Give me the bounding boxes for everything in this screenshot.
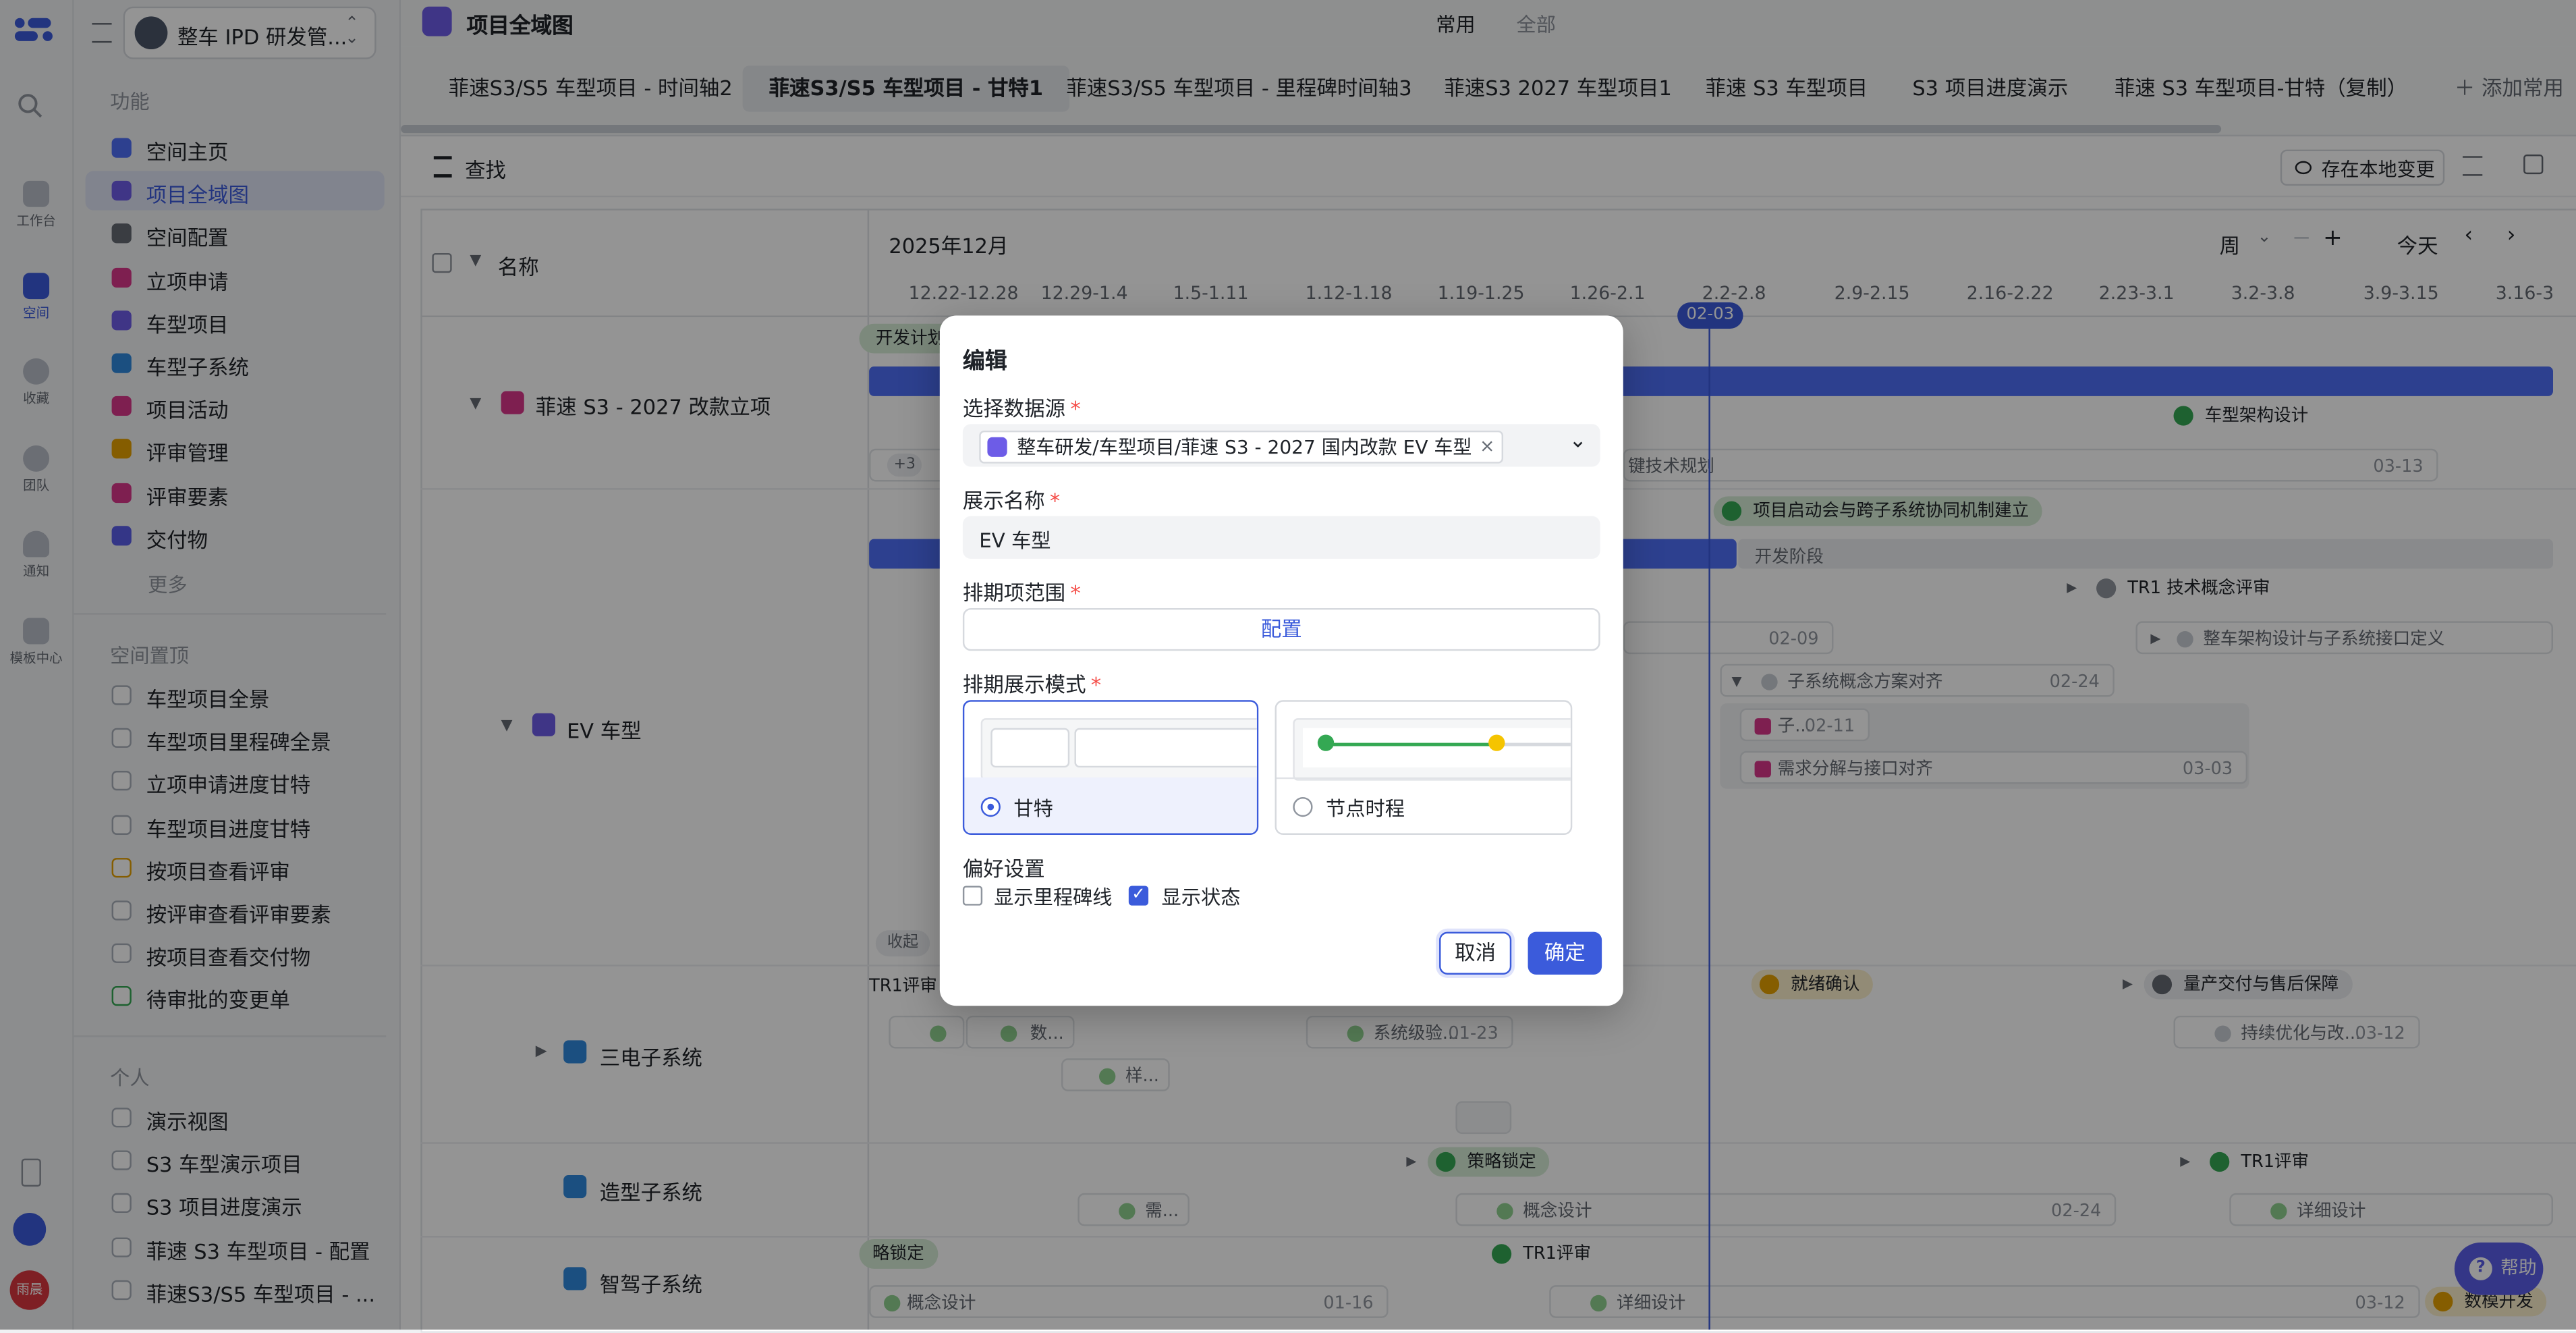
divider — [1276, 777, 1571, 780]
node-dot — [1317, 734, 1335, 751]
cancel-button[interactable]: 取消 — [1439, 931, 1512, 975]
datasource-select[interactable]: 整车研发/车型项目/菲速 S3 - 2027 国内改款 EV 车型 × ⌄ — [962, 424, 1600, 467]
range-label: 排期项范围 * — [962, 580, 1081, 605]
show-status-label[interactable]: 显示状态 — [1162, 883, 1241, 910]
mode-timeline-card[interactable]: 节点时程 — [1275, 700, 1573, 835]
gantt-option: 甘特 — [964, 777, 1257, 834]
preview-line — [1496, 742, 1571, 746]
chevron-down-icon[interactable]: ⌄ — [1569, 429, 1587, 454]
preview-line — [1326, 742, 1497, 746]
dialog-title: 编辑 — [962, 348, 1007, 375]
display-name-label: 展示名称 * — [962, 488, 1061, 513]
mode-gantt-card[interactable]: 甘特 — [962, 700, 1259, 835]
preview-cell — [990, 728, 1070, 768]
show-milestone-label[interactable]: 显示里程碑线 — [994, 883, 1112, 910]
display-name-input[interactable]: EV 车型 — [962, 516, 1600, 559]
show-status-checkbox[interactable]: ✓ — [1128, 886, 1149, 906]
mode-label: 排期展示模式 * — [962, 672, 1102, 697]
node-dot — [1488, 734, 1505, 751]
datasource-tag: 整车研发/车型项目/菲速 S3 - 2027 国内改款 EV 车型 × — [979, 430, 1503, 464]
confirm-button[interactable]: 确定 — [1528, 931, 1602, 975]
pref-label: 偏好设置 — [962, 856, 1045, 881]
preview-track — [1302, 728, 1571, 768]
gantt-preview — [964, 701, 1257, 781]
datasource-icon — [987, 437, 1007, 457]
remove-tag-icon[interactable]: × — [1480, 432, 1494, 462]
show-milestone-checkbox[interactable] — [962, 886, 983, 906]
radio-unchecked — [1293, 796, 1313, 817]
configure-button[interactable]: 配置 — [962, 607, 1600, 651]
radio-checked — [980, 796, 1001, 817]
datasource-label: 选择数据源 * — [962, 396, 1081, 421]
edit-dialog: 编辑 选择数据源 * 整车研发/车型项目/菲速 S3 - 2027 国内改款 EV… — [939, 315, 1623, 1006]
preview-cell — [1074, 728, 1257, 768]
